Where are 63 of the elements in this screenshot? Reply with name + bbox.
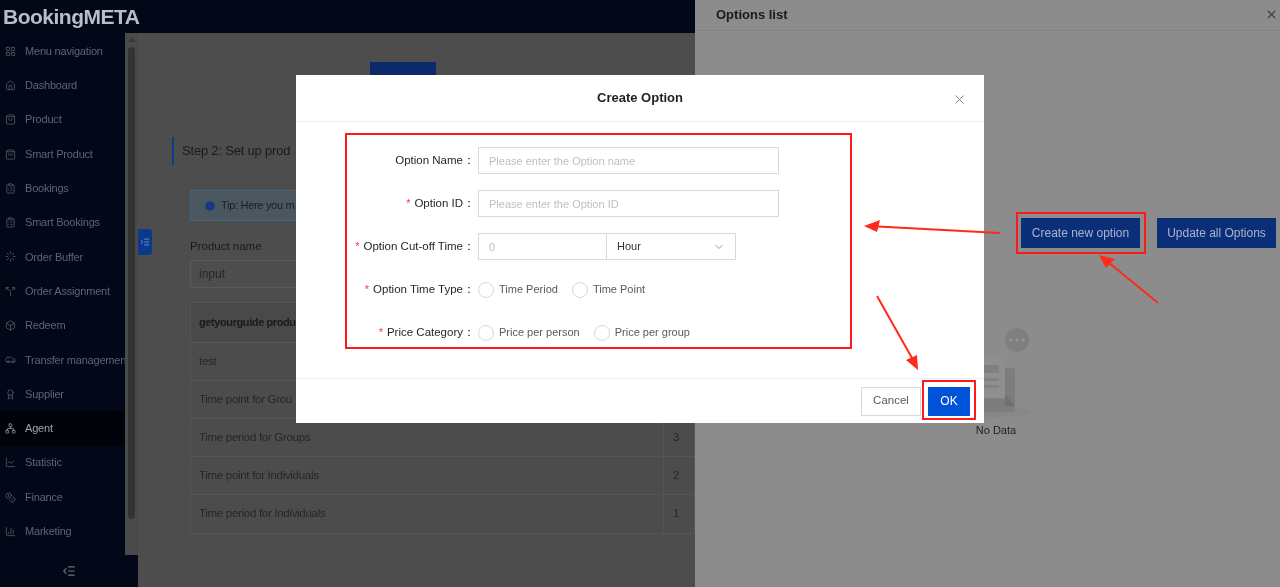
input-field[interactable]: Please enter the Option ID bbox=[478, 190, 779, 217]
sidebar-item[interactable]: Statistic bbox=[0, 445, 125, 480]
sidebar-item[interactable]: Order Assignment bbox=[0, 274, 125, 309]
sidebar-item[interactable]: Supplier bbox=[0, 376, 125, 412]
drawer-button[interactable]: Create new option bbox=[1021, 218, 1140, 248]
car-icon bbox=[5, 354, 16, 366]
dialog-title: Create Option bbox=[597, 89, 683, 108]
bar-chart-icon bbox=[5, 525, 16, 537]
clipboard-icon bbox=[5, 182, 16, 194]
sidebar-item[interactable]: Finance bbox=[0, 479, 125, 515]
empty-text: No Data bbox=[975, 423, 1017, 438]
sidebar-item[interactable]: Smart Product bbox=[0, 136, 125, 172]
drawer-title: Options list bbox=[716, 6, 788, 25]
highlight-frame bbox=[922, 380, 976, 420]
sidebar-item[interactable]: Redeem bbox=[0, 308, 125, 343]
sidebar-item[interactable]: Menu navigation bbox=[0, 34, 125, 69]
sidebar-item[interactable]: Agent bbox=[0, 411, 125, 446]
award-icon bbox=[5, 388, 16, 400]
sidebar-item[interactable]: Order Buffer bbox=[0, 239, 125, 275]
field-label: Option ID： bbox=[414, 195, 475, 211]
sidebar-toggle[interactable] bbox=[138, 229, 152, 255]
field-label: Price Category： bbox=[386, 324, 475, 340]
sidebar-item[interactable]: Bookings bbox=[0, 171, 125, 206]
grid-icon bbox=[5, 45, 16, 57]
ok-button[interactable]: OK bbox=[928, 386, 970, 416]
home-icon bbox=[5, 79, 16, 91]
coins-icon bbox=[5, 491, 16, 503]
cancel-button[interactable]: Cancel bbox=[861, 386, 921, 416]
bag-icon bbox=[5, 114, 16, 126]
required-mark: * bbox=[355, 239, 360, 255]
field-label: Option Time Type： bbox=[373, 281, 475, 297]
split-icon bbox=[5, 285, 16, 297]
close-icon[interactable] bbox=[1265, 8, 1278, 21]
clipboard-icon bbox=[5, 217, 16, 229]
drawer-button[interactable]: Update all Options bbox=[1157, 218, 1276, 248]
box-icon bbox=[5, 320, 16, 331]
collapse-icon[interactable] bbox=[62, 564, 76, 578]
sidebar-item[interactable]: Transfer managemen bbox=[0, 342, 125, 377]
bag-icon bbox=[5, 148, 16, 160]
required-mark: * bbox=[364, 282, 370, 298]
info-icon bbox=[204, 199, 216, 212]
network-icon bbox=[5, 422, 16, 434]
input-field[interactable]: Please enter the Option name bbox=[478, 147, 779, 174]
radio-label: Time Period bbox=[499, 282, 558, 298]
tip-text: Tip: Here you m bbox=[221, 198, 295, 214]
logo: BookingMETA bbox=[3, 3, 140, 30]
unit-select[interactable]: Hour bbox=[607, 233, 736, 260]
sidebar-item[interactable]: Marketing bbox=[0, 514, 125, 549]
required-mark: * bbox=[406, 196, 411, 212]
field-label: Option Name： bbox=[395, 152, 475, 168]
sidebar-item[interactable]: Smart Bookings bbox=[0, 205, 125, 240]
close-icon[interactable] bbox=[952, 92, 967, 107]
radio-label: Price per group bbox=[614, 325, 690, 341]
radio-label: Price per person bbox=[499, 325, 580, 341]
arrow bbox=[1099, 255, 1159, 304]
field-label: Option Cut-off Time： bbox=[363, 238, 475, 254]
indent-icon bbox=[140, 237, 150, 247]
required-mark: * bbox=[378, 325, 383, 341]
line-chart-icon bbox=[5, 457, 16, 469]
sidebar-item[interactable]: Dashboard bbox=[0, 68, 125, 103]
radio-label: Time Point bbox=[592, 282, 646, 298]
sidebar-item[interactable]: Product bbox=[0, 102, 125, 137]
loader-icon bbox=[5, 251, 16, 263]
